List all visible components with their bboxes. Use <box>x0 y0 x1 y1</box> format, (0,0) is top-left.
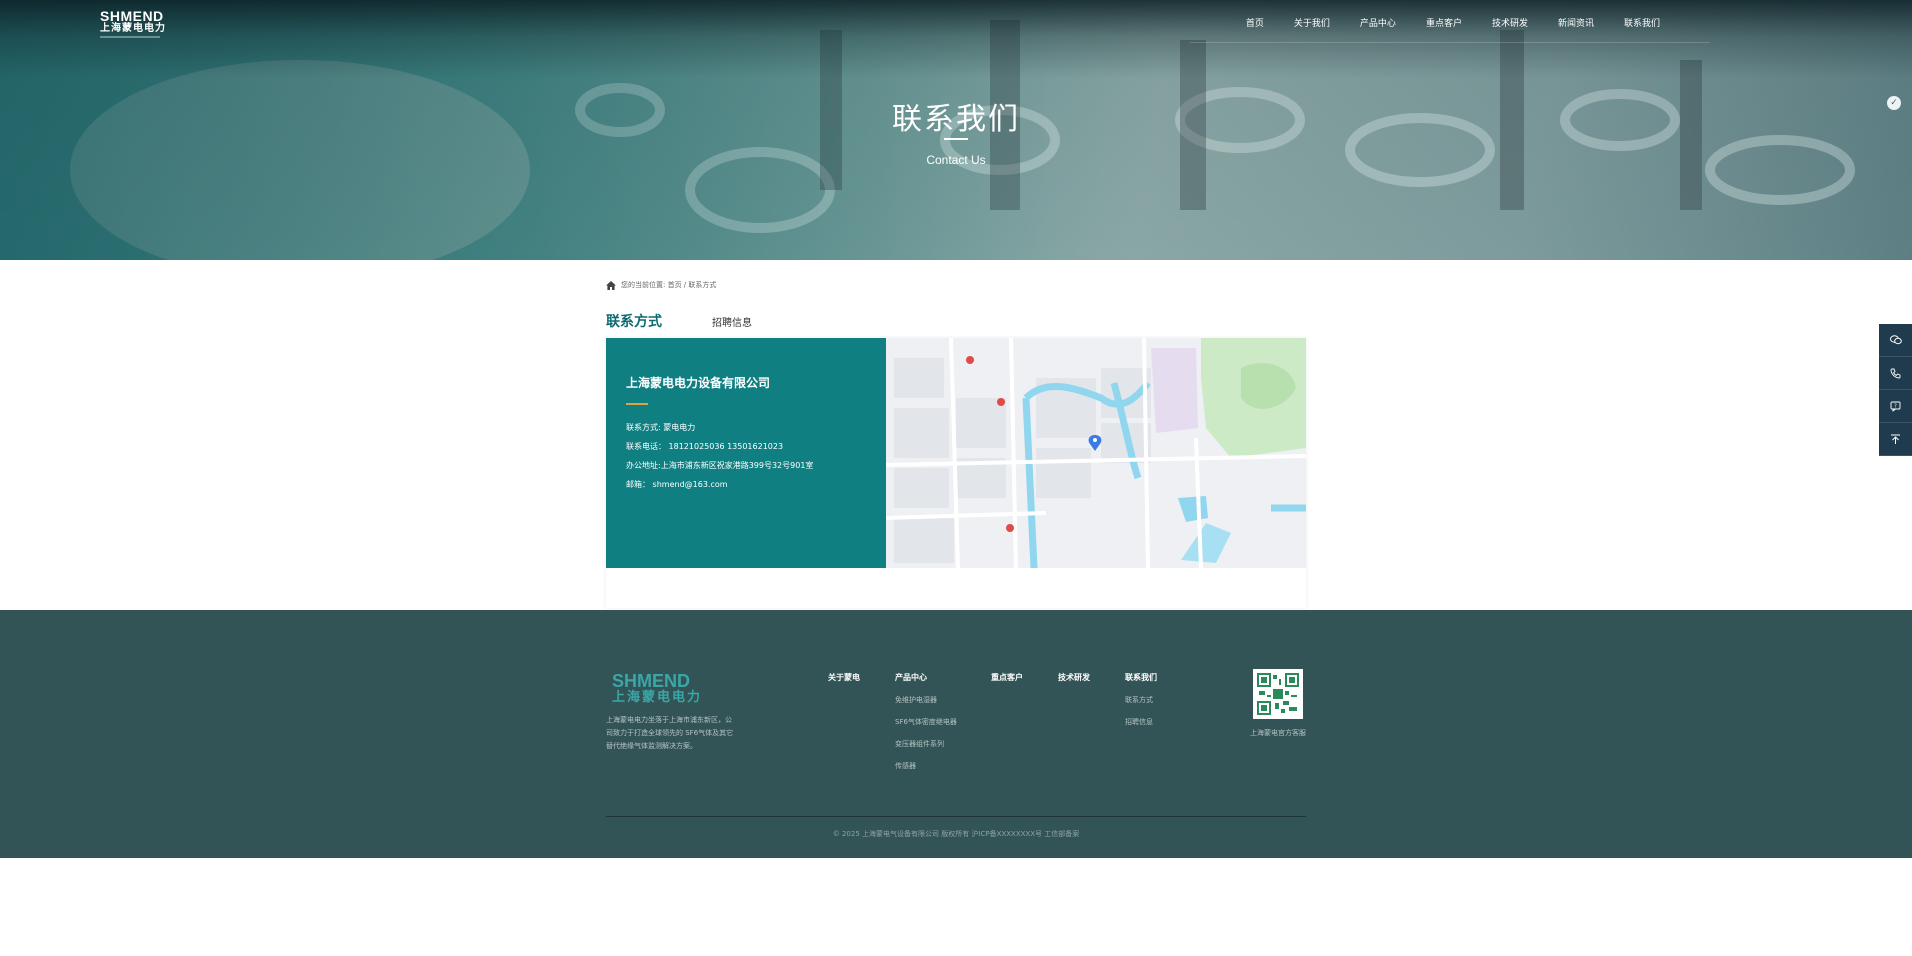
wechat-button[interactable] <box>1879 324 1912 357</box>
gold-divider <box>626 403 648 405</box>
tab-contact[interactable]: 联系方式 <box>606 311 662 331</box>
footer-heading-about[interactable]: 关于蒙电 <box>828 672 860 683</box>
footer-link-transformer[interactable]: 变压器组件系列 <box>895 739 957 749</box>
title-underline <box>944 138 968 140</box>
logo-text-cn: 上海蒙电电力 <box>100 23 166 34</box>
footer-heading-contact[interactable]: 联系我们 <box>1125 672 1157 683</box>
phone-icon <box>1890 368 1901 378</box>
nav-clients[interactable]: 重点客户 <box>1411 16 1477 29</box>
qr-code <box>1253 669 1303 719</box>
nav-research[interactable]: 技术研发 <box>1477 16 1543 29</box>
company-name: 上海蒙电电力设备有限公司 <box>626 376 771 390</box>
footer-col-about: 关于蒙电 <box>828 672 860 695</box>
copyright: © 2025 上海蒙电气设备有限公司 版权所有 沪ICP备XXXXXXXX号 工… <box>832 830 1080 838</box>
location-map[interactable] <box>886 338 1306 568</box>
message-icon: ? <box>1890 401 1901 412</box>
footer-col-clients: 重点客户 <box>991 672 1023 695</box>
contact-card: 上海蒙电电力设备有限公司 联系方式: 蒙电电力 联系电话： 1812102503… <box>606 338 1306 608</box>
check-icon[interactable]: ✓ <box>1887 96 1901 110</box>
nav-products[interactable]: 产品中心 <box>1345 16 1411 29</box>
footer-col-contact: 联系我们 联系方式 招聘信息 <box>1125 672 1157 739</box>
site-logo[interactable]: SHMEND 上海蒙电电力 <box>100 9 166 38</box>
footer-link-sf6-relay[interactable]: SF6气体密度继电器 <box>895 717 957 727</box>
home-icon[interactable] <box>606 280 616 290</box>
footer-col-research: 技术研发 <box>1058 672 1090 695</box>
contact-address: 办公地址:上海市浦东新区祝家港路399号32号901室 <box>626 461 814 470</box>
footer-link-dehumidifier[interactable]: 免维护电湿器 <box>895 695 957 705</box>
contact-phone[interactable]: 联系电话： 18121025036 13501621023 <box>626 441 783 452</box>
footer-logo-en: SHMEND <box>612 671 691 691</box>
message-button[interactable]: ? <box>1879 390 1912 423</box>
footer-divider <box>606 816 1306 817</box>
nav-contact[interactable]: 联系我们 <box>1609 16 1675 29</box>
nav-news[interactable]: 新闻资讯 <box>1543 16 1609 29</box>
qr-caption: 上海蒙电官方客服 <box>1250 729 1306 737</box>
arrow-up-icon <box>1891 434 1900 444</box>
svg-text:?: ? <box>1894 403 1897 409</box>
footer-heading-clients[interactable]: 重点客户 <box>991 672 1023 683</box>
site-footer: SHMEND 上海蒙电电力 上海蒙电电力坐落于上海市浦东新区，公司致力于打造全球… <box>0 610 1912 858</box>
footer-heading-products[interactable]: 产品中心 <box>895 672 957 683</box>
breadcrumb: 您的当前位置: 首页 / 联系方式 <box>606 280 716 290</box>
footer-link-recruitment[interactable]: 招聘信息 <box>1125 717 1157 727</box>
wechat-icon <box>1889 335 1902 345</box>
footer-logo-cn: 上海蒙电电力 <box>612 690 703 705</box>
contact-person: 联系方式: 蒙电电力 <box>626 423 696 432</box>
footer-heading-research[interactable]: 技术研发 <box>1058 672 1090 683</box>
side-float-bar: ? <box>1879 324 1912 456</box>
tab-recruitment[interactable]: 招聘信息 <box>712 314 752 329</box>
nav-divider <box>1190 42 1710 43</box>
footer-logo[interactable]: SHMEND 上海蒙电电力 <box>612 672 702 704</box>
breadcrumb-text[interactable]: 您的当前位置: 首页 / 联系方式 <box>621 280 716 290</box>
main-nav: 首页 关于我们 产品中心 重点客户 技术研发 新闻资讯 联系我们 <box>1231 16 1675 29</box>
footer-link-contact-info[interactable]: 联系方式 <box>1125 695 1157 705</box>
nav-home[interactable]: 首页 <box>1231 16 1279 29</box>
page-subtitle: Contact Us <box>926 153 986 167</box>
contact-info-panel: 上海蒙电电力设备有限公司 联系方式: 蒙电电力 联系电话： 1812102503… <box>606 338 886 568</box>
logo-text-en: SHMEND <box>100 8 164 24</box>
back-to-top-button[interactable] <box>1879 423 1912 456</box>
contact-email[interactable]: 邮箱： shmend@163.com <box>626 479 728 490</box>
footer-col-products: 产品中心 免维护电湿器 SF6气体密度继电器 变压器组件系列 传感器 <box>895 672 957 783</box>
phone-button[interactable] <box>1879 357 1912 390</box>
nav-about[interactable]: 关于我们 <box>1279 16 1345 29</box>
page-title: 联系我们 <box>892 102 1020 137</box>
footer-link-sensor[interactable]: 传感器 <box>895 761 957 771</box>
footer-description: 上海蒙电电力坐落于上海市浦东新区，公司致力于打造全球领先的 SF6气体及其它替代… <box>606 716 734 750</box>
